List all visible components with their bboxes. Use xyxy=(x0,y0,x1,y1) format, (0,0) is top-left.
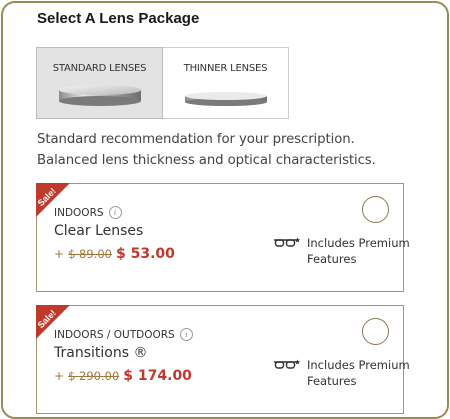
page-title: Select A Lens Package xyxy=(37,10,200,27)
environment-label: INDOORS / OUTDOORS i xyxy=(54,328,193,341)
lens-description: Standard recommendation for your prescri… xyxy=(37,129,376,171)
package-card-clear-lenses[interactable]: Sale! INDOORS i Clear Lenses + $ 89.00 $ 5… xyxy=(36,183,410,292)
standard-lens-icon xyxy=(59,85,141,106)
features-text: Includes Premium Features xyxy=(307,358,410,388)
lens-package-panel: Select A Lens Package STANDARD LENSES TH… xyxy=(1,1,449,419)
description-line: Balanced lens thickness and optical char… xyxy=(37,153,376,168)
info-icon[interactable]: i xyxy=(179,328,193,341)
package-name: Clear Lenses xyxy=(54,223,144,239)
sale-price: $ 174.00 xyxy=(123,368,192,384)
premium-features: Includes Premium Features xyxy=(273,235,417,267)
package-price: + $ 290.00 $ 174.00 xyxy=(54,368,192,384)
thinner-lens-icon xyxy=(185,92,267,106)
features-text: Includes Premium Features xyxy=(307,236,410,266)
select-radio[interactable] xyxy=(362,196,389,223)
tab-label: STANDARD LENSES xyxy=(52,63,147,74)
description-line: Standard recommendation for your prescri… xyxy=(37,132,355,147)
lens-type-tabs: STANDARD LENSES THINNER LENSES xyxy=(36,47,289,119)
tab-label: THINNER LENSES xyxy=(183,63,268,74)
glasses-star-icon xyxy=(274,359,301,369)
old-price: $ 290.00 xyxy=(68,369,120,383)
sale-price: $ 53.00 xyxy=(115,246,175,262)
package-price: + $ 89.00 $ 53.00 xyxy=(54,246,175,262)
premium-features: Includes Premium Features xyxy=(273,357,417,389)
info-icon[interactable]: i xyxy=(108,206,122,219)
tab-standard-lenses[interactable]: STANDARD LENSES xyxy=(36,47,163,119)
select-radio[interactable] xyxy=(362,318,389,345)
glasses-star-icon xyxy=(274,237,301,247)
environment-label: INDOORS i xyxy=(54,206,122,219)
old-price: $ 89.00 xyxy=(68,247,112,261)
package-name: Transitions ® xyxy=(54,345,148,361)
tab-thinner-lenses[interactable]: THINNER LENSES xyxy=(163,47,289,119)
package-card-transitions[interactable]: Sale! INDOORS / OUTDOORS i Transitions ®… xyxy=(36,305,410,414)
